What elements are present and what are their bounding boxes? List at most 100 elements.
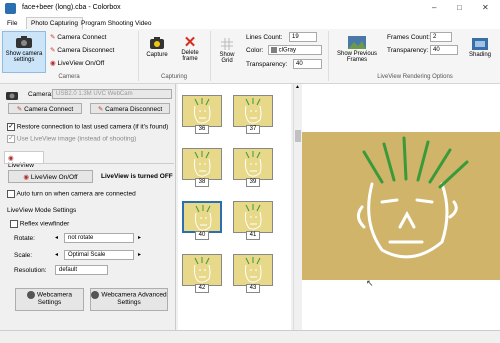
frame-image xyxy=(193,257,211,283)
thumbnail-frame[interactable] xyxy=(182,148,222,180)
ribbon-camera-disconnect[interactable]: ✎ Camera Disconnect xyxy=(50,46,114,54)
rotate-label: Rotate: xyxy=(14,235,35,242)
tab-file[interactable]: File xyxy=(2,17,22,29)
color-label: Color: xyxy=(246,47,264,54)
color-value: clGray xyxy=(278,47,297,54)
transparency2-select[interactable]: 40 xyxy=(430,45,458,55)
thumbnail-frame[interactable] xyxy=(182,201,222,233)
status-bar xyxy=(0,330,500,343)
restore-connection-checkbox[interactable]: ✓ Restore connection to last used camera… xyxy=(7,123,168,131)
checkbox-unchecked xyxy=(10,220,18,228)
liveview-status: LiveView is turned OFF xyxy=(101,173,173,180)
transparency-select[interactable]: 40 xyxy=(293,59,322,69)
scale-next-arrow[interactable]: ▸ xyxy=(138,251,141,258)
camera-icon xyxy=(16,36,32,48)
capture-label: Capture xyxy=(146,52,168,58)
checkbox-checked: ✓ xyxy=(7,123,15,131)
auto-turn-on-checkbox[interactable]: Auto turn on when camera are connected xyxy=(7,190,136,198)
ribbon-separator xyxy=(328,31,329,81)
close-button[interactable]: ✕ xyxy=(482,3,489,12)
scale-label: Scale: xyxy=(14,252,33,259)
show-previous-frames-label: Show Previous Frames xyxy=(336,51,378,63)
show-grid-button[interactable]: Show Grid xyxy=(214,38,240,64)
delete-x-icon: ✕ xyxy=(183,34,197,51)
lines-count-label: Lines Count: xyxy=(246,34,283,41)
tab-photo-capturing[interactable]: Photo Capturing xyxy=(26,17,83,29)
thumbnail-frame[interactable] xyxy=(233,148,273,180)
capture-button[interactable]: Capture xyxy=(143,36,171,58)
use-liveview-checkbox[interactable]: ✓ Use LiveView image (instead of shootin… xyxy=(7,135,136,143)
resolution-select[interactable]: default xyxy=(55,265,108,275)
plug-icon: ✎ xyxy=(16,106,23,113)
maximize-button[interactable]: □ xyxy=(457,3,462,12)
tab-video[interactable]: Video xyxy=(130,17,157,29)
thumbnail-frame[interactable] xyxy=(233,95,273,127)
thumbnail-number: 41 xyxy=(246,231,260,240)
webcamera-advanced-settings-label: Webcamera Advanced Settings xyxy=(101,291,167,306)
scale-select[interactable]: Optimal Scale xyxy=(64,250,134,260)
checkbox-disabled: ✓ xyxy=(7,135,15,143)
webcam-icon xyxy=(91,291,100,299)
thumbnail-frame[interactable] xyxy=(182,95,222,127)
preview-drawing xyxy=(357,136,469,259)
frame-image xyxy=(244,151,262,177)
rotate-select[interactable]: not rotate xyxy=(64,233,134,243)
liveview-label: LiveView On/Off xyxy=(57,60,105,67)
camera-select-label: Camera: xyxy=(28,91,53,98)
shading-button[interactable]: Shading xyxy=(463,38,497,58)
delete-frame-label: Delete frame xyxy=(181,50,199,62)
camera-group-label: Camera xyxy=(58,74,80,80)
webcamera-settings-button[interactable]: Webcamera Settings xyxy=(15,288,84,311)
minimize-button[interactable]: – xyxy=(432,3,436,12)
scroll-thumb[interactable] xyxy=(294,130,301,142)
ribbon-camera-connect[interactable]: ✎ Camera Connect xyxy=(50,33,106,41)
window-title: face+beer (long).cba - Colorbox xyxy=(22,4,121,11)
camera-connect-button[interactable]: ✎ Camera Connect xyxy=(8,103,82,114)
color-swatch xyxy=(271,47,277,53)
show-grid-label: Show Grid xyxy=(219,52,235,64)
rotate-prev-arrow[interactable]: ◂ xyxy=(55,234,58,241)
delete-frame-button[interactable]: ✕ Delete frame xyxy=(176,34,204,62)
webcam-icon xyxy=(27,291,36,299)
thumbnail-scrollbar[interactable]: ▲ xyxy=(293,84,301,332)
frame-image xyxy=(244,257,262,283)
thumbnail-number: 43 xyxy=(246,284,260,293)
thumbnail-number: 36 xyxy=(195,125,209,134)
title-bar: face+beer (long).cba - Colorbox – □ ✕ xyxy=(0,0,500,17)
eye-icon: ◉ xyxy=(23,174,30,181)
thumbnail-frame[interactable] xyxy=(233,201,273,233)
thumbnail-frame[interactable] xyxy=(182,254,222,286)
lines-count-input[interactable]: 19 xyxy=(289,32,317,42)
scale-prev-arrow[interactable]: ◂ xyxy=(55,251,58,258)
show-previous-frames-button[interactable]: Show Previous Frames xyxy=(334,36,380,63)
ribbon-liveview-toggle[interactable]: ◉ LiveView On/Off xyxy=(50,59,104,67)
show-camera-settings-button[interactable]: Show camera settings xyxy=(2,31,46,73)
thumbnail-number: 40 xyxy=(195,231,209,240)
webcamera-settings-label: Webcamera Settings xyxy=(37,291,72,306)
scroll-up-arrow[interactable]: ▲ xyxy=(294,84,301,90)
reflex-viewfinder-label: Reflex viewfinder xyxy=(19,220,70,228)
rotate-next-arrow[interactable]: ▸ xyxy=(138,234,141,241)
checkbox-unchecked xyxy=(7,190,15,198)
thumbnail-frame[interactable] xyxy=(233,254,273,286)
frames-count-input[interactable]: 2 xyxy=(430,32,452,42)
previous-frames-icon xyxy=(348,36,366,49)
preview-image xyxy=(302,132,500,280)
grid-icon xyxy=(221,38,233,50)
resolution-label: Resolution: xyxy=(14,267,47,274)
liveview-toggle-button[interactable]: ◉ LiveView On/Off xyxy=(8,170,93,183)
frames-count-label: Frames Count: xyxy=(387,34,430,41)
show-camera-settings-label: Show camera settings xyxy=(5,51,43,63)
camera-disconnect-button[interactable]: ✎ Camera Disconnect xyxy=(90,103,170,114)
capture-camera-icon xyxy=(150,37,164,49)
color-select[interactable]: clGray xyxy=(268,45,322,55)
webcamera-advanced-settings-button[interactable]: Webcamera Advanced Settings xyxy=(90,288,168,311)
tab-liveview[interactable]: ◉ LiveView xyxy=(4,151,44,169)
camera-select[interactable]: USB2.0 1.3M UVC WebCam xyxy=(52,89,172,99)
plug-icon: ✎ xyxy=(50,34,56,41)
unplug-icon: ✎ xyxy=(50,47,56,54)
reflex-viewfinder-checkbox[interactable]: Reflex viewfinder xyxy=(10,220,69,228)
liveview-rendering-group-label: LiveView Rendering Options xyxy=(377,74,453,80)
ribbon-separator xyxy=(210,31,211,81)
thumbnail-number: 37 xyxy=(246,125,260,134)
